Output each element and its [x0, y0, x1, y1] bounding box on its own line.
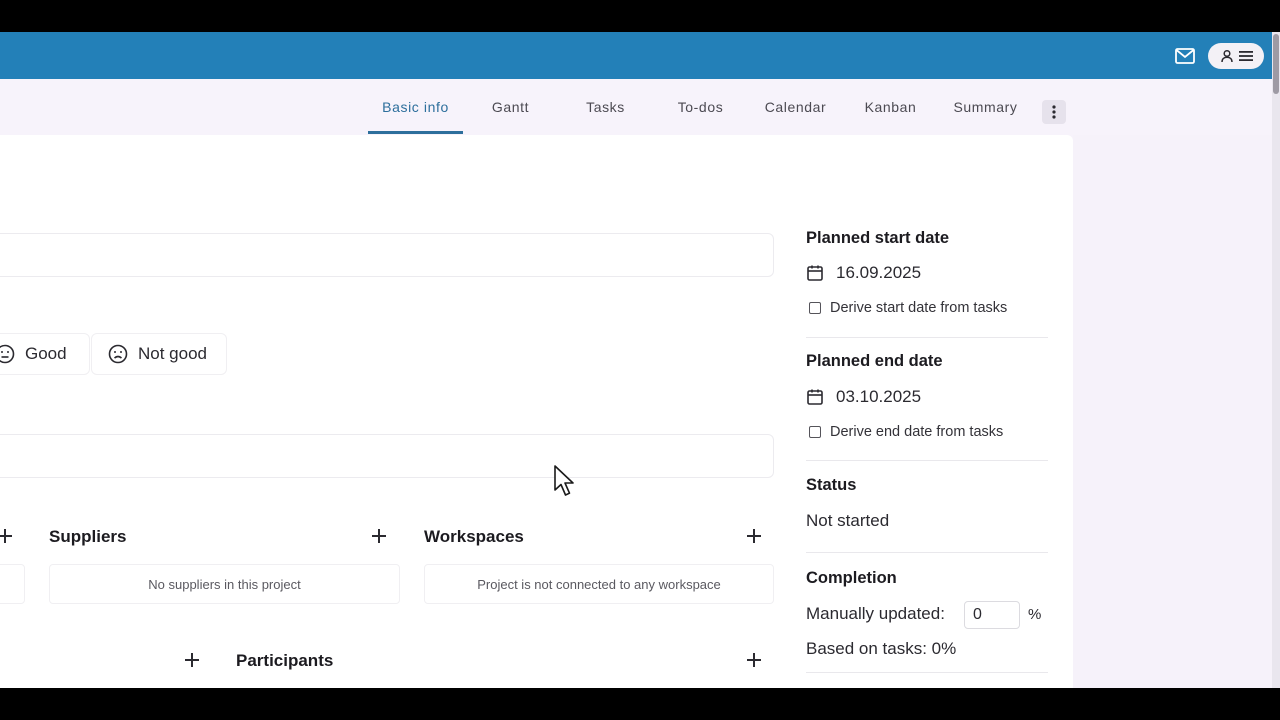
calendar-icon [807, 265, 823, 281]
divider [806, 337, 1048, 338]
project-tabs: Basic info Gantt Tasks To-dos Calendar K… [368, 80, 1033, 134]
tab-kanban[interactable]: Kanban [843, 80, 938, 134]
status-heading: Status [806, 476, 857, 494]
hamburger-icon [1238, 51, 1253, 61]
completion-heading: Completion [806, 569, 897, 587]
planned-end-value: 03.10.2025 [836, 387, 922, 406]
checkbox-box[interactable] [809, 426, 821, 438]
mood-not-good-option[interactable]: Not good [91, 333, 227, 375]
more-options-button[interactable] [1042, 100, 1066, 124]
workspaces-empty-text: Project is not connected to any workspac… [477, 576, 721, 592]
checkbox-box[interactable] [809, 302, 821, 314]
manual-completion-label: Manually updated: [806, 604, 945, 623]
based-on-tasks-text: Based on tasks: 0% [806, 639, 957, 658]
divider [806, 460, 1048, 461]
video-letterbox-top [0, 0, 1280, 32]
workspaces-empty-box: Project is not connected to any workspac… [424, 564, 774, 604]
derive-start-checkbox[interactable]: Derive start date from tasks [809, 300, 1007, 316]
completion-percent-input[interactable] [964, 601, 1020, 629]
tab-tasks[interactable]: Tasks [558, 80, 653, 134]
calendar-icon [807, 389, 823, 405]
suppliers-empty-box: No suppliers in this project [49, 564, 400, 604]
add-participant-button[interactable] [746, 652, 762, 668]
add-supplier-button[interactable] [371, 528, 387, 544]
left-section-empty-box [0, 564, 25, 604]
planned-start-heading: Planned start date [806, 229, 950, 247]
tab-todos[interactable]: To-dos [653, 80, 748, 134]
planned-start-date-picker[interactable]: 16.09.2025 [806, 263, 921, 283]
mood-good-label: Good [25, 344, 67, 363]
derive-end-label: Derive end date from tasks [830, 424, 1004, 440]
workspaces-title: Workspaces [424, 527, 524, 546]
mail-button[interactable] [1172, 44, 1198, 68]
neutral-face-icon [0, 344, 15, 364]
participants-title: Participants [236, 651, 334, 670]
tab-summary[interactable]: Summary [938, 80, 1033, 134]
divider [806, 672, 1048, 673]
add-left-section-2-button[interactable] [184, 652, 200, 668]
person-icon [1220, 49, 1233, 63]
add-left-section-button[interactable] [0, 528, 13, 544]
window-scrollbar[interactable] [1272, 32, 1280, 688]
planned-start-value: 16.09.2025 [836, 263, 922, 282]
suppliers-empty-text: No suppliers in this project [148, 576, 301, 592]
project-description-field[interactable] [0, 434, 774, 478]
mouse-pointer-icon [554, 465, 574, 496]
scrollbar-thumb[interactable] [1273, 34, 1279, 94]
percent-sign: % [1028, 606, 1042, 623]
project-name-field[interactable] [0, 233, 774, 277]
app-window: Basic info Gantt Tasks To-dos Calendar K… [0, 32, 1280, 688]
planned-end-date-picker[interactable]: 03.10.2025 [806, 387, 921, 407]
add-workspace-button[interactable] [746, 528, 762, 544]
tab-gantt[interactable]: Gantt [463, 80, 558, 134]
mood-not-good-label: Not good [138, 344, 207, 363]
derive-start-label: Derive start date from tasks [830, 300, 1008, 316]
top-app-bar [0, 32, 1272, 79]
side-background [1073, 135, 1272, 688]
vertical-dots-icon [1052, 105, 1056, 119]
sad-face-icon [108, 344, 128, 364]
status-value[interactable]: Not started [806, 511, 889, 531]
video-letterbox-bottom [0, 688, 1280, 720]
planned-end-heading: Planned end date [806, 352, 943, 370]
mood-good-option[interactable]: Good [0, 333, 90, 375]
user-menu-button[interactable] [1208, 43, 1264, 69]
mail-icon [1175, 48, 1195, 64]
divider [806, 552, 1048, 553]
suppliers-title: Suppliers [49, 527, 127, 546]
derive-end-checkbox[interactable]: Derive end date from tasks [809, 424, 1003, 440]
tab-basic-info[interactable]: Basic info [368, 80, 463, 134]
tab-calendar[interactable]: Calendar [748, 80, 843, 134]
